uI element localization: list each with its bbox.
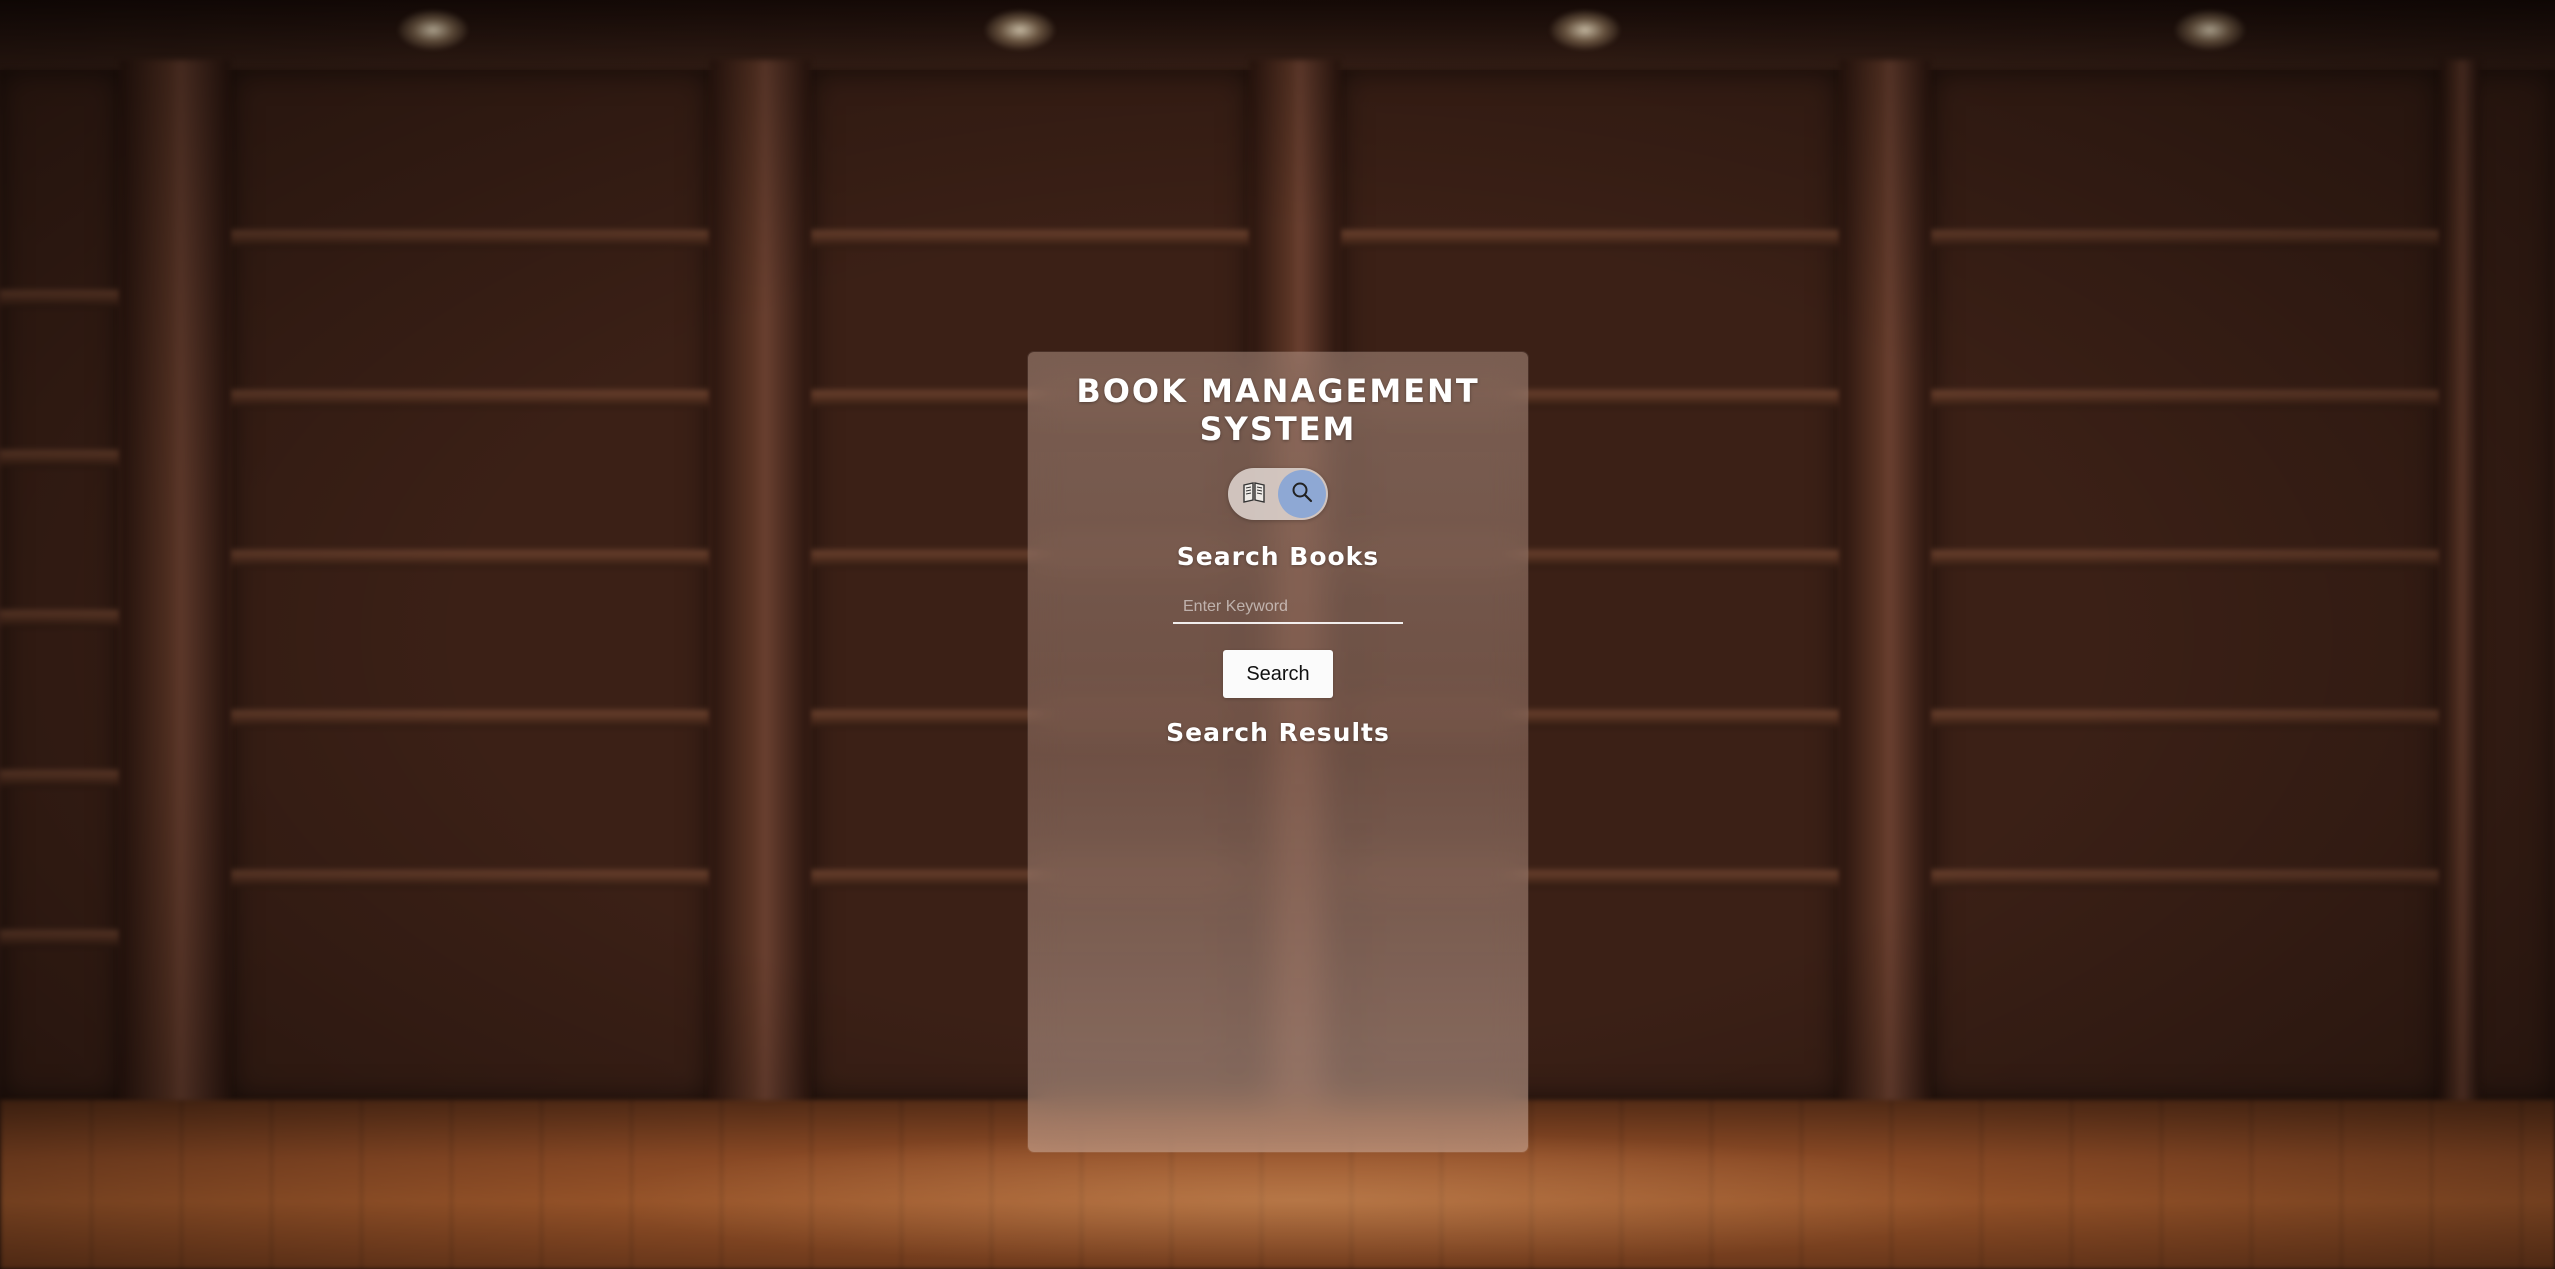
search-results-list [1048, 762, 1508, 1132]
ceiling-light [985, 10, 1055, 50]
pillar [1840, 60, 1930, 1120]
search-mode-button[interactable] [1278, 470, 1326, 518]
mode-toggle[interactable] [1228, 468, 1328, 520]
bookcase [0, 70, 120, 1100]
ceiling-light [398, 10, 468, 50]
book-icon [1241, 479, 1267, 510]
keyword-input[interactable] [1173, 592, 1403, 624]
search-icon [1290, 480, 1314, 509]
app-title: BOOK MANAGEMENT SYSTEM [1076, 372, 1480, 448]
ceiling-light [2175, 10, 2245, 50]
glass-panel: BOOK MANAGEMENT SYSTEM Search Books Ente… [1028, 352, 1528, 1152]
bookcase [1930, 70, 2440, 1100]
search-results-heading: Search Results [1166, 718, 1390, 747]
search-books-heading: Search Books [1176, 542, 1380, 571]
pillar [120, 60, 230, 1120]
bookcase [230, 70, 710, 1100]
pillar [710, 60, 810, 1120]
book-mode-button[interactable] [1230, 470, 1278, 518]
search-button[interactable]: Search [1223, 650, 1333, 698]
ceiling-light [1550, 10, 1620, 50]
pillar [2440, 60, 2480, 1120]
